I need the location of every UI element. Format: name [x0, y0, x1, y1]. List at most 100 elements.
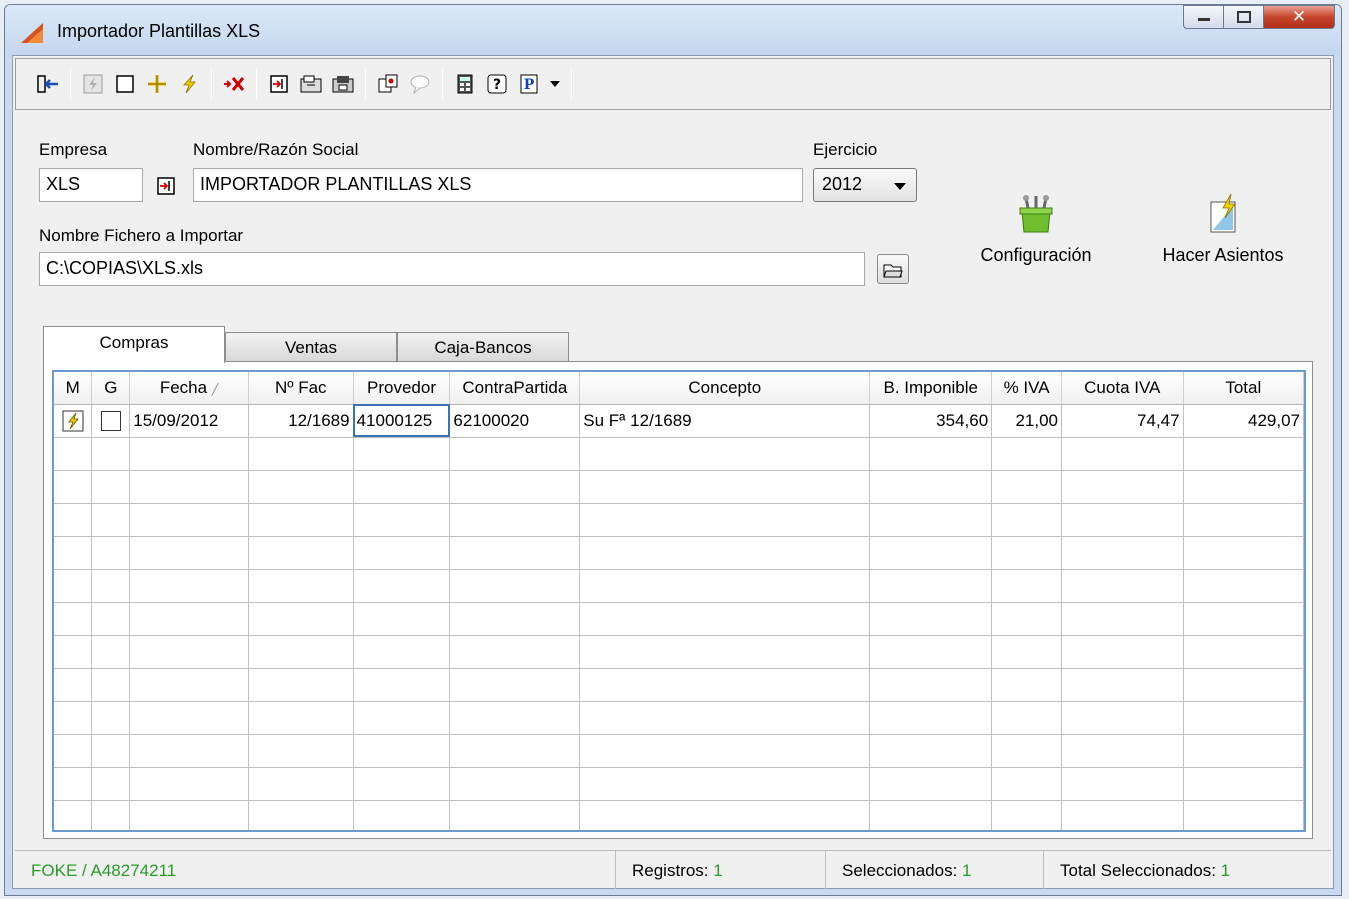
table-row-empty[interactable]: [54, 800, 1304, 830]
empty-cell[interactable]: [1061, 602, 1184, 636]
empty-cell[interactable]: [353, 602, 451, 636]
empty-cell[interactable]: [1061, 569, 1184, 603]
exit-button[interactable]: [34, 69, 62, 99]
empty-cell[interactable]: [869, 602, 993, 636]
empty-cell[interactable]: [129, 470, 249, 504]
empty-cell[interactable]: [91, 800, 131, 830]
empty-cell[interactable]: [869, 701, 993, 735]
empty-cell[interactable]: [248, 635, 354, 669]
empty-cell[interactable]: [449, 734, 581, 768]
tab-ventas[interactable]: Ventas: [225, 332, 397, 362]
table-row[interactable]: 15/09/2012 12/1689 41000125 62100020 Su …: [54, 404, 1304, 438]
table-row-empty[interactable]: [54, 767, 1304, 801]
table-row-empty[interactable]: [54, 569, 1304, 603]
empty-cell[interactable]: [91, 602, 131, 636]
empty-cell[interactable]: [1061, 800, 1184, 830]
empty-cell[interactable]: [353, 437, 451, 471]
empty-cell[interactable]: [54, 701, 93, 735]
empty-cell[interactable]: [579, 536, 871, 570]
table-row-empty[interactable]: [54, 602, 1304, 636]
total-cell[interactable]: 429,07: [1183, 404, 1304, 438]
empty-cell[interactable]: [869, 470, 993, 504]
empty-cell[interactable]: [1061, 635, 1184, 669]
empty-cell[interactable]: [248, 800, 354, 830]
empty-cell[interactable]: [91, 635, 131, 669]
maximize-button[interactable]: [1223, 5, 1263, 29]
empty-cell[interactable]: [129, 602, 249, 636]
close-button[interactable]: ✕: [1263, 5, 1335, 29]
empty-cell[interactable]: [869, 800, 993, 830]
empty-cell[interactable]: [991, 536, 1062, 570]
empty-cell[interactable]: [449, 437, 581, 471]
empty-cell[interactable]: [991, 734, 1062, 768]
empty-cell[interactable]: [248, 503, 354, 537]
empty-cell[interactable]: [991, 668, 1062, 702]
empty-cell[interactable]: [248, 569, 354, 603]
empty-cell[interactable]: [91, 767, 131, 801]
empty-cell[interactable]: [869, 767, 993, 801]
empty-cell[interactable]: [91, 701, 131, 735]
table-row-empty[interactable]: [54, 470, 1304, 504]
empty-cell[interactable]: [91, 470, 131, 504]
empty-cell[interactable]: [1061, 734, 1184, 768]
empresa-input[interactable]: XLS: [39, 168, 143, 202]
empty-cell[interactable]: [449, 767, 581, 801]
title-bar[interactable]: Importador Plantillas XLS ✕: [5, 5, 1341, 55]
empty-cell[interactable]: [991, 800, 1062, 830]
empty-cell[interactable]: [449, 536, 581, 570]
empty-cell[interactable]: [248, 536, 354, 570]
empty-cell[interactable]: [91, 503, 131, 537]
browse-file-button[interactable]: [877, 254, 909, 284]
empty-cell[interactable]: [579, 602, 871, 636]
comment-button[interactable]: [406, 69, 434, 99]
empty-cell[interactable]: [1061, 503, 1184, 537]
open-button[interactable]: [297, 69, 325, 99]
import-button[interactable]: [265, 69, 293, 99]
empty-cell[interactable]: [991, 569, 1062, 603]
empty-cell[interactable]: [353, 701, 451, 735]
empty-cell[interactable]: [353, 668, 451, 702]
empty-cell[interactable]: [54, 668, 93, 702]
cuota-cell[interactable]: 74,47: [1061, 404, 1184, 438]
empty-cell[interactable]: [991, 635, 1062, 669]
empty-cell[interactable]: [129, 734, 249, 768]
mark-disabled-button[interactable]: [79, 69, 107, 99]
empty-cell[interactable]: [869, 437, 993, 471]
empty-cell[interactable]: [91, 437, 131, 471]
mark-button[interactable]: [175, 69, 203, 99]
col-header-total[interactable]: Total: [1183, 372, 1304, 405]
empty-cell[interactable]: [1183, 470, 1304, 504]
empty-cell[interactable]: [129, 767, 249, 801]
empty-cell[interactable]: [579, 569, 871, 603]
empty-cell[interactable]: [991, 470, 1062, 504]
empty-cell[interactable]: [1061, 536, 1184, 570]
empty-cell[interactable]: [991, 701, 1062, 735]
empty-cell[interactable]: [248, 437, 354, 471]
table-row-empty[interactable]: [54, 668, 1304, 702]
mark-cell[interactable]: [54, 404, 93, 438]
empty-cell[interactable]: [129, 800, 249, 830]
base-cell[interactable]: 354,60: [869, 404, 993, 438]
minimize-button[interactable]: [1183, 5, 1223, 29]
empty-cell[interactable]: [449, 668, 581, 702]
empty-cell[interactable]: [579, 437, 871, 471]
empty-cell[interactable]: [1183, 503, 1304, 537]
empty-cell[interactable]: [1183, 668, 1304, 702]
provedor-cell[interactable]: 41000125: [353, 404, 451, 438]
delete-button[interactable]: [220, 69, 248, 99]
empty-cell[interactable]: [129, 536, 249, 570]
empresa-lookup-button[interactable]: [153, 173, 179, 199]
col-header-iva[interactable]: % IVA: [991, 372, 1062, 405]
calculator-button[interactable]: [451, 69, 479, 99]
hacer-asientos-button[interactable]: Hacer Asientos: [1151, 192, 1295, 266]
empty-cell[interactable]: [248, 767, 354, 801]
nfac-cell[interactable]: 12/1689: [248, 404, 354, 438]
contrapartida-cell[interactable]: 62100020: [449, 404, 581, 438]
empty-cell[interactable]: [991, 437, 1062, 471]
empty-cell[interactable]: [449, 800, 581, 830]
g-checkbox[interactable]: [100, 410, 121, 431]
empty-cell[interactable]: [1183, 701, 1304, 735]
table-row-empty[interactable]: [54, 503, 1304, 537]
col-header-nfac[interactable]: Nº Fac: [248, 372, 354, 405]
print-button[interactable]: P: [515, 69, 543, 99]
